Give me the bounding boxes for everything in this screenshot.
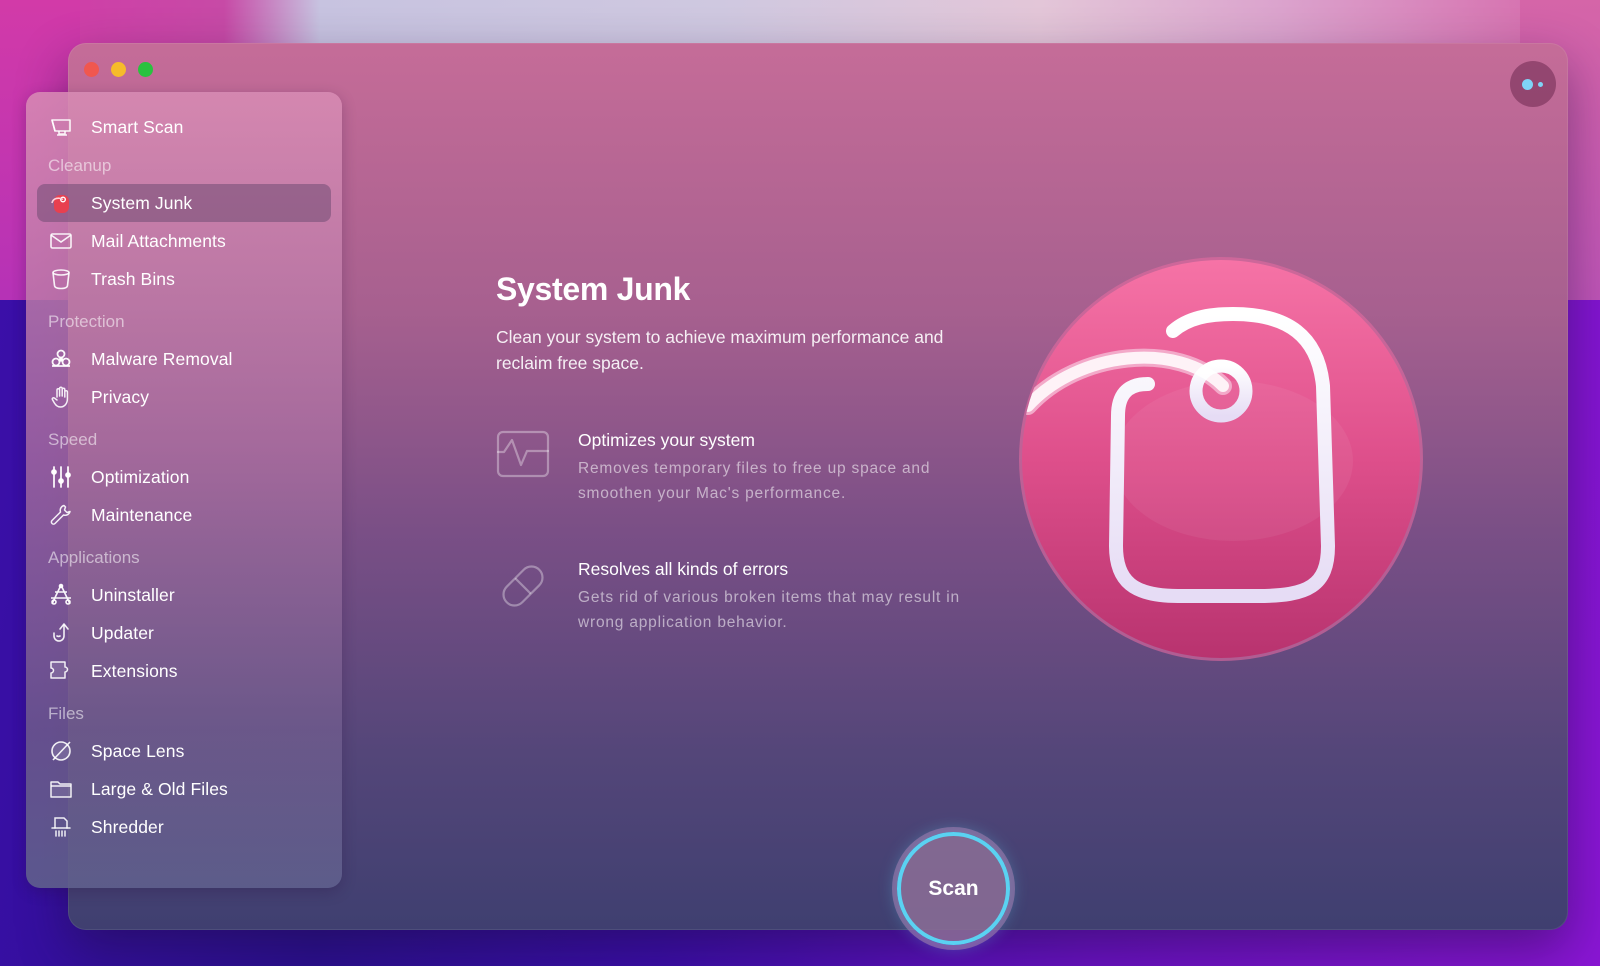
sidebar-item-trash-bins[interactable]: Trash Bins (37, 260, 331, 298)
sidebar-item-smart-scan[interactable]: Smart Scan (37, 108, 331, 146)
system-junk-tag-icon (1018, 256, 1424, 662)
sliders-icon (49, 465, 73, 489)
sidebar: Smart Scan Cleanup System Junk Mail Atta… (26, 92, 342, 888)
folder-icon (49, 777, 73, 801)
envelope-icon (49, 229, 73, 253)
sidebar-item-large-old-files[interactable]: Large & Old Files (37, 770, 331, 808)
feature-title: Resolves all kinds of errors (578, 559, 789, 579)
sidebar-item-label: Updater (91, 622, 154, 643)
pulse-monitor-icon (496, 430, 550, 484)
sidebar-item-label: Mail Attachments (91, 230, 226, 251)
trash-bin-icon (49, 267, 73, 291)
sidebar-item-label: Space Lens (91, 740, 185, 761)
sidebar-item-label: Large & Old Files (91, 778, 228, 799)
sidebar-item-label: Uninstaller (91, 584, 175, 605)
sidebar-item-label: Trash Bins (91, 268, 175, 289)
sidebar-item-label: Privacy (91, 386, 150, 407)
page-title: System Junk (496, 271, 691, 307)
page-subtitle: Clean your system to achieve maximum per… (496, 327, 944, 373)
app-window: Smart Scan Cleanup System Junk Mail Atta… (26, 43, 1568, 945)
close-window-button[interactable] (84, 62, 99, 77)
section-speed: Speed (48, 430, 98, 449)
tag-icon (49, 191, 73, 215)
sidebar-item-space-lens[interactable]: Space Lens (37, 732, 331, 770)
sidebar-item-label: Smart Scan (91, 116, 184, 137)
feature-description: Removes temporary files to free up space… (578, 460, 931, 502)
sidebar-item-optimization[interactable]: Optimization (37, 458, 331, 496)
planet-icon (49, 739, 73, 763)
sidebar-item-uninstaller[interactable]: Uninstaller (37, 576, 331, 614)
monitor-icon (49, 115, 73, 139)
sidebar-item-label: Extensions (91, 660, 178, 681)
biohazard-icon (49, 347, 73, 371)
sidebar-item-label: Optimization (91, 466, 190, 487)
shredder-icon (49, 815, 73, 839)
section-protection: Protection (48, 312, 125, 331)
feature-description: Gets rid of various broken items that ma… (578, 589, 960, 631)
window-controls (84, 62, 153, 77)
puzzle-icon (49, 659, 73, 683)
sidebar-item-maintenance[interactable]: Maintenance (37, 496, 331, 534)
assistant-button[interactable] (1510, 61, 1556, 107)
assistant-dot-small (1538, 82, 1543, 87)
pill-icon (496, 559, 550, 613)
sidebar-item-mail-attachments[interactable]: Mail Attachments (37, 222, 331, 260)
section-applications: Applications (48, 548, 140, 567)
sidebar-item-label: Malware Removal (91, 348, 233, 369)
section-cleanup: Cleanup (48, 156, 112, 175)
feature-title: Optimizes your system (578, 430, 755, 450)
sidebar-item-label: Shredder (91, 816, 164, 837)
update-arrow-icon (49, 621, 73, 645)
sidebar-item-extensions[interactable]: Extensions (37, 652, 331, 690)
sidebar-item-label: Maintenance (91, 504, 193, 525)
sidebar-item-malware-removal[interactable]: Malware Removal (37, 340, 331, 378)
minimize-window-button[interactable] (111, 62, 126, 77)
section-files: Files (48, 704, 84, 723)
sidebar-item-privacy[interactable]: Privacy (37, 378, 331, 416)
sidebar-item-label: System Junk (91, 192, 193, 213)
sidebar-item-system-junk[interactable]: System Junk (37, 184, 331, 222)
wrench-icon (49, 503, 73, 527)
sidebar-item-updater[interactable]: Updater (37, 614, 331, 652)
maximize-window-button[interactable] (138, 62, 153, 77)
app-store-icon (49, 583, 73, 607)
sidebar-item-shredder[interactable]: Shredder (37, 808, 331, 846)
assistant-dots-icon (1522, 79, 1533, 90)
scan-button[interactable]: Scan (897, 832, 1010, 945)
hand-icon (49, 385, 73, 409)
